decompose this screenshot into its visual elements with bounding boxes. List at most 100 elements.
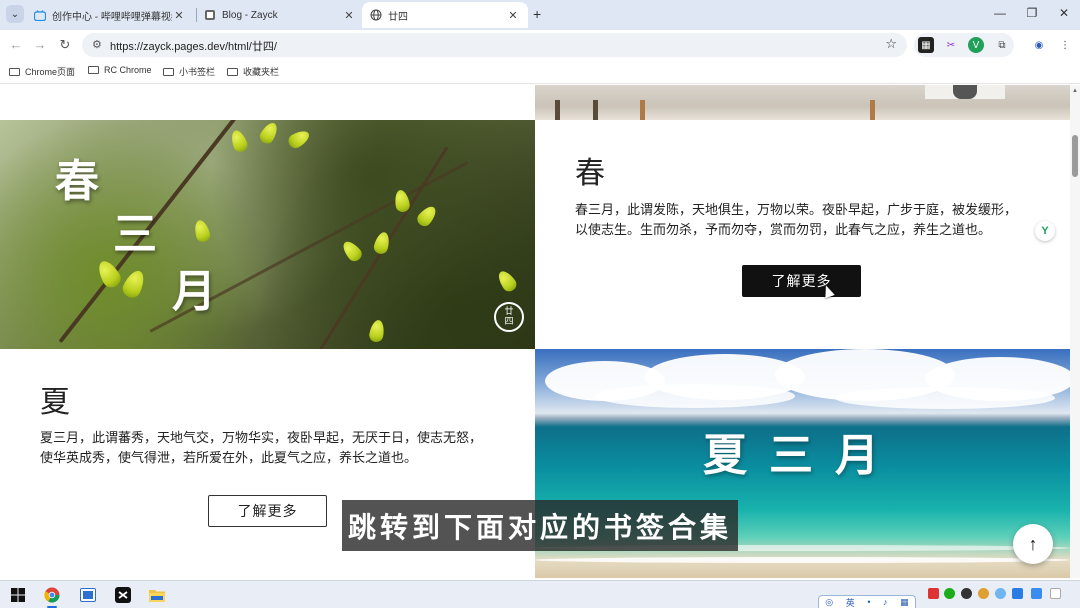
furniture-block [953, 85, 977, 99]
extension-scissors-icon[interactable]: ✂ [943, 37, 959, 53]
seal-char: 四 [504, 317, 514, 327]
furniture-leg [555, 100, 560, 120]
tray-app-icon[interactable] [978, 588, 989, 599]
maximize-button[interactable]: ❐ [1022, 6, 1042, 20]
bookmark-folder[interactable]: RC Chrome [88, 65, 152, 75]
spring-image: 春 三 月 [0, 120, 535, 349]
window-close-button[interactable]: ✕ [1054, 6, 1074, 20]
app-window-icon[interactable] [78, 585, 98, 605]
cloud-icon[interactable] [995, 588, 1006, 599]
ime-mode-label[interactable]: 英 [846, 596, 855, 608]
chrome-icon[interactable] [42, 585, 62, 608]
text-line: 夏三月，此谓蕃秀，天地气交，万物华实，夜卧早起，无厌于日，使志无怒， [40, 430, 483, 445]
leaf [285, 127, 313, 151]
back-to-top-button[interactable]: ↑ [1013, 524, 1053, 564]
capcut-icon[interactable] [113, 585, 133, 605]
tab-label: 廿四 [388, 11, 408, 23]
ime-toolbar[interactable]: ◎ 英 • ♪ ▦ [818, 595, 916, 608]
address-bar[interactable]: ⚙ https://zayck.pages.dev/html/廿四/ ☆ [82, 33, 907, 57]
microphone-icon[interactable]: ♪ [883, 597, 888, 607]
floating-extension-icon[interactable]: Y [1035, 221, 1055, 241]
summer-learn-more-button[interactable]: 了解更多 [208, 495, 327, 527]
tab-label: Blog - Zayck [222, 9, 278, 21]
leaf [368, 318, 386, 344]
furniture-leg [593, 100, 598, 120]
bookmarks-bar: Chrome页面 RC Chrome 小书签栏 收藏夹栏 [0, 60, 1080, 84]
tab-label: 创作中心 - 哔哩哔哩弹幕视频网 [52, 11, 172, 23]
summer-heading: 夏 [40, 385, 70, 420]
reload-button[interactable]: ↻ [57, 37, 73, 53]
globe-icon [370, 9, 382, 21]
seal-char: 廿 [504, 307, 514, 317]
close-icon[interactable]: ✕ [172, 9, 186, 22]
bookmark-label: Chrome页面 [25, 67, 76, 77]
tray-app-icon[interactable] [1012, 588, 1023, 599]
leaf [372, 230, 392, 256]
back-button[interactable]: ← [8, 37, 24, 52]
bookmark-folder[interactable]: 收藏夹栏 [227, 65, 279, 78]
browser-menu-icon[interactable]: ⋮ [1057, 37, 1073, 53]
tray-app-icon[interactable] [1050, 588, 1061, 599]
summer-image-title: 夏三月 [703, 430, 901, 481]
scroll-up-arrow-icon[interactable]: ▲ [1072, 88, 1078, 94]
spring-learn-more-button[interactable]: 了解更多 [742, 265, 861, 297]
profile-avatar-icon[interactable]: ◉ [1031, 37, 1047, 53]
bookmark-label: 小书签栏 [179, 67, 216, 77]
text-line: 春三月，此谓发陈，天地俱生，万物以荣。夜卧早起，广步于庭，被发缓形， [575, 202, 1018, 217]
title-char: 月 [172, 266, 216, 317]
extension-toolbox-icon[interactable]: ▦ [918, 37, 934, 53]
leaf [119, 267, 149, 301]
blog-icon [204, 9, 216, 21]
minimize-button[interactable]: — [990, 6, 1010, 20]
leaf [494, 267, 520, 295]
leaf [339, 238, 365, 264]
bookmark-label: RC Chrome [104, 65, 152, 75]
leaf [228, 128, 250, 154]
text-line: 使华英成秀，使气得泄，若所爱在外，此夏气之应，养长之道也。 [40, 450, 418, 465]
spring-heading: 春 [575, 156, 605, 191]
windows-taskbar [0, 580, 1080, 608]
file-explorer-icon[interactable] [147, 585, 167, 605]
seal-badge[interactable]: 廿 四 [494, 302, 524, 332]
close-icon[interactable]: ✕ [506, 9, 520, 22]
site-info-icon[interactable]: ⚙ [92, 38, 102, 51]
cloud [595, 384, 795, 408]
previous-section-image [535, 85, 1070, 120]
bookmark-folder[interactable]: Chrome页面 [9, 65, 75, 78]
scrollbar-thumb[interactable] [1072, 135, 1078, 177]
start-icon[interactable] [8, 585, 28, 605]
wechat-icon[interactable] [944, 588, 955, 599]
tab-bilibili[interactable]: 创作中心 - 哔哩哔哩弹幕视频网 ✕ [26, 2, 194, 28]
ime-keyboard-icon[interactable]: ▦ [900, 597, 909, 608]
folder-icon [88, 66, 99, 74]
tab-blog[interactable]: Blog - Zayck ✕ [196, 2, 364, 28]
cloud [835, 387, 1055, 409]
ime-punctuation-icon[interactable]: • [867, 597, 870, 607]
folder-icon [227, 67, 238, 76]
tray-app-icon[interactable] [928, 588, 939, 599]
leaf [414, 203, 440, 229]
leaf [192, 218, 212, 244]
extensions-puzzle-icon[interactable]: ⧉ [994, 37, 1010, 53]
new-tab-button[interactable]: + [533, 6, 541, 22]
tab-active[interactable]: 廿四 ✕ [362, 2, 528, 28]
extension-vue-icon[interactable]: V [968, 37, 984, 53]
bilibili-icon [34, 9, 46, 21]
bookmark-folder[interactable]: 小书签栏 [163, 65, 215, 78]
tab-search-button[interactable]: ⌄ [6, 5, 24, 23]
furniture-leg [640, 100, 645, 120]
summer-text: 夏三月，此谓蕃秀，天地气交，万物华实，夜卧早起，无厌于日，使志无怒， 使华英成秀… [40, 428, 482, 468]
ime-logo-icon[interactable]: ◎ [825, 597, 833, 608]
close-icon[interactable]: ✕ [342, 9, 356, 22]
text-line: 以使志生。生而勿杀，予而勿夺，赏而勿罚，此春气之应，养生之道也。 [575, 222, 992, 237]
bookmark-star-icon[interactable]: ☆ [885, 36, 897, 52]
leaf [257, 120, 281, 147]
forward-button[interactable]: → [32, 37, 48, 52]
tray-app-icon[interactable] [1031, 588, 1042, 599]
title-char: 三 [113, 209, 157, 260]
tray-app-icon[interactable] [961, 588, 972, 599]
furniture-leg [870, 100, 875, 120]
url-text[interactable]: https://zayck.pages.dev/html/廿四/ [110, 38, 277, 54]
video-subtitle: 跳转到下面对应的书签合集 [342, 500, 738, 551]
folder-icon [163, 67, 174, 76]
